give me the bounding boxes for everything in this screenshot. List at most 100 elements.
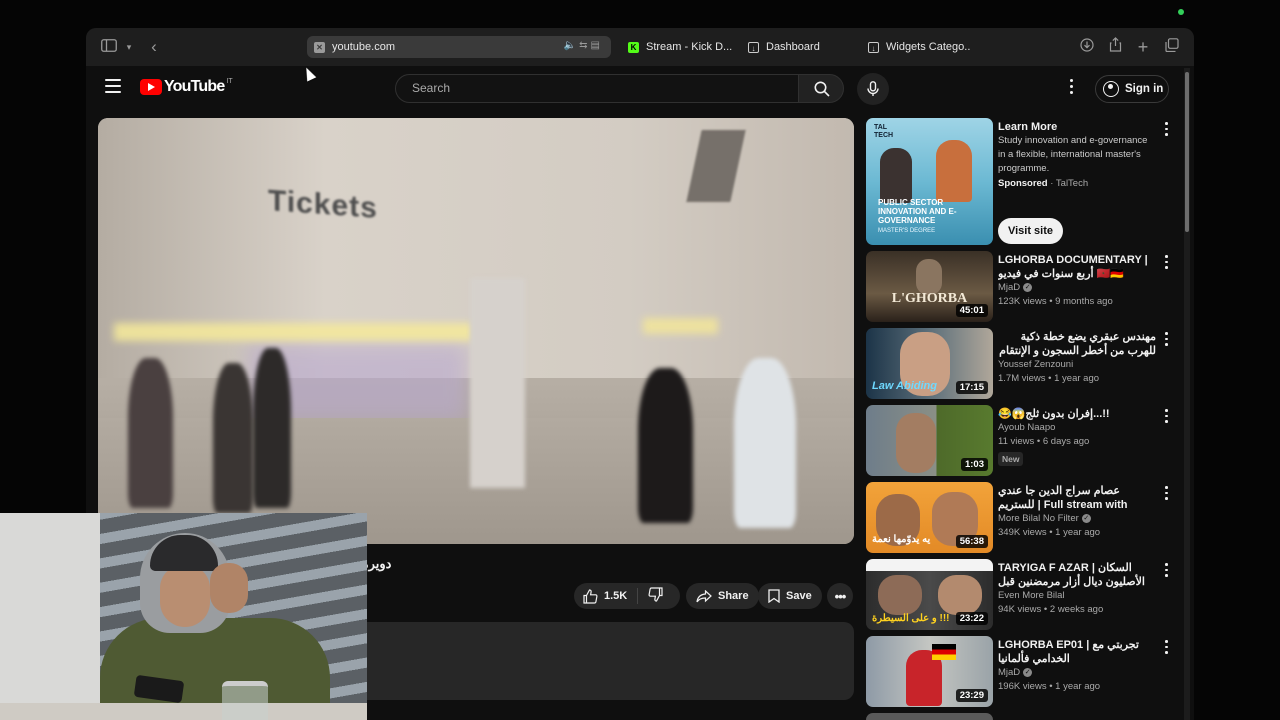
- ad-thumbnail[interactable]: TAL TECH PUBLIC SECTOR INNOVATION AND E-…: [866, 118, 993, 245]
- ad-thumb-title: PUBLIC SECTOR INNOVATION AND E-GOVERNANC…: [878, 198, 957, 225]
- webcam-overlay: [0, 513, 367, 720]
- chevron-down-icon[interactable]: ▾: [124, 37, 134, 57]
- video-stats: 11 views • 6 days ago: [998, 436, 1090, 447]
- more-actions-button[interactable]: •••: [827, 583, 853, 609]
- channel-name[interactable]: Even More Bilal: [998, 589, 1156, 603]
- youtube-logo[interactable]: YouTube IT: [140, 78, 233, 96]
- country-code: IT: [226, 77, 233, 85]
- scrollbar-thumb[interactable]: [1185, 72, 1189, 232]
- more-vertical-icon[interactable]: [1165, 640, 1169, 656]
- tab-overview-icon[interactable]: [1163, 37, 1181, 57]
- tab-dashboard[interactable]: ↓ Dashboard: [741, 36, 851, 58]
- more-vertical-icon[interactable]: [1165, 563, 1169, 579]
- search-input[interactable]: Search: [395, 74, 799, 103]
- related-video-card[interactable]: 1:03 😂😱إفران بدون ثلج...!! Ayoub Naapo 1…: [866, 405, 1176, 479]
- video-title-link[interactable]: TARYIGA F AZAR | السكان الأصليون ديال أز…: [998, 561, 1156, 589]
- video-duration: 56:38: [955, 535, 988, 548]
- video-title-link[interactable]: مهندس عبقري يضع خطة ذكية للهرب من أخطر ا…: [998, 330, 1156, 358]
- more-vertical-icon[interactable]: [1165, 332, 1169, 348]
- verified-check-icon: ✓: [1023, 282, 1033, 292]
- downloads-icon[interactable]: [1078, 37, 1096, 57]
- video-frame-person: [638, 368, 693, 523]
- more-vertical-icon[interactable]: [1165, 122, 1169, 138]
- related-video-card[interactable]: يه يدوّمها نعمة 56:38 عصام سراج الدين جا…: [866, 482, 1176, 556]
- sign-in-button[interactable]: Sign in: [1095, 75, 1169, 103]
- logo-text: YouTube: [164, 78, 225, 95]
- video-stats: 123K views • 9 months ago: [998, 296, 1113, 307]
- video-thumbnail[interactable]: L'GHORBA 45:01: [866, 251, 993, 322]
- related-video-card[interactable]: 23:29 LGHORBA EP01 | تجربتي مع الخدامي ف…: [866, 636, 1176, 710]
- video-thumbnail[interactable]: 1:03: [866, 405, 993, 476]
- tab-youtube[interactable]: ✕ youtube.com 🔈⇆▤: [307, 36, 611, 58]
- more-vertical-icon[interactable]: [1165, 409, 1169, 425]
- download-box-icon: ↓: [868, 41, 879, 53]
- sidebar-toggle-icon[interactable]: [100, 37, 118, 57]
- cam-hand: [210, 563, 248, 613]
- new-tab-icon[interactable]: +: [1135, 37, 1151, 57]
- channel-name[interactable]: MjaD: [998, 667, 1020, 678]
- video-title-link[interactable]: LGHORBA EP01 | تجربتي مع الخدامي فألماني…: [998, 638, 1156, 666]
- video-thumbnail[interactable]: [866, 713, 993, 720]
- share-button[interactable]: Share: [686, 583, 759, 609]
- thumb-face: [878, 575, 922, 615]
- kick-icon: K: [628, 41, 639, 53]
- video-duration: 23:22: [955, 612, 988, 625]
- like-count: 1.5K: [604, 590, 628, 602]
- channel-name[interactable]: Youssef Zenzouni: [998, 358, 1156, 372]
- video-thumbnail[interactable]: يه يدوّمها نعمة 56:38: [866, 482, 993, 553]
- video-title-link[interactable]: LGHORBA DOCUMENTARY | أربع سنوات في فيدي…: [998, 253, 1156, 281]
- advertiser-name: TalTech: [1055, 178, 1089, 189]
- cam-table: [0, 703, 367, 720]
- microphone-icon: [867, 81, 879, 96]
- ad-card[interactable]: TAL TECH PUBLIC SECTOR INNOVATION AND E-…: [866, 118, 1176, 248]
- share-icon[interactable]: [1106, 37, 1124, 57]
- video-frame-person: [128, 358, 173, 508]
- video-frame-person: [253, 348, 291, 508]
- dislike-button[interactable]: [638, 587, 673, 605]
- cam-face: [160, 565, 210, 627]
- related-video-card[interactable]: L'GHORBA 45:01 LGHORBA DOCUMENTARY | أرب…: [866, 251, 1176, 325]
- video-player[interactable]: Tickets: [98, 118, 854, 544]
- save-label: Save: [786, 590, 812, 602]
- related-video-card[interactable]: Law Abiding 17:15 مهندس عبقري يضع خطة ذك…: [866, 328, 1176, 402]
- save-button[interactable]: Save: [758, 583, 822, 609]
- video-stats: 196K views • 1 year ago: [998, 681, 1101, 692]
- video-title-link[interactable]: 😂😱إفران بدون ثلج...!!: [998, 407, 1156, 421]
- channel-name[interactable]: More Bilal No Filter: [998, 513, 1079, 524]
- video-meta: عصام سراج الدين جا عندي للستريم | Full s…: [998, 484, 1156, 540]
- share-pill: Share: [686, 583, 759, 609]
- youtube-play-icon: [140, 79, 162, 95]
- ad-title[interactable]: Learn More: [998, 120, 1156, 134]
- video-frame-pillar: [470, 278, 525, 488]
- menu-icon[interactable]: [105, 79, 121, 93]
- tab-kick[interactable]: K Stream - Kick D...: [621, 36, 733, 58]
- video-thumbnail[interactable]: و على السيطرة !!! 23:22: [866, 559, 993, 630]
- thumb-face: [896, 413, 936, 473]
- more-vertical-icon[interactable]: [1165, 486, 1169, 502]
- tab-widgets[interactable]: ↓ Widgets Catego...: [861, 36, 971, 58]
- audio-translate-reader-icons[interactable]: 🔈⇆▤: [564, 40, 603, 51]
- related-video-card[interactable]: [866, 713, 1176, 720]
- visit-site-button[interactable]: Visit site: [998, 218, 1063, 244]
- back-arrow-icon[interactable]: ‹: [146, 37, 162, 57]
- more-horizontal-icon: •••: [827, 583, 853, 609]
- settings-more-icon[interactable]: [1070, 79, 1074, 97]
- like-dislike-group: 1.5K: [574, 583, 680, 609]
- search-button[interactable]: [798, 74, 844, 103]
- related-video-card[interactable]: و على السيطرة !!! 23:22 TARYIGA F AZAR |…: [866, 559, 1176, 633]
- more-vertical-icon[interactable]: [1165, 255, 1169, 271]
- like-button[interactable]: 1.5K: [574, 588, 639, 604]
- video-thumbnail[interactable]: Law Abiding 17:15: [866, 328, 993, 399]
- thumb-text: Law Abiding: [872, 380, 937, 392]
- ad-body: Study innovation and e-governance in a f…: [998, 135, 1148, 174]
- voice-search-button[interactable]: [857, 73, 889, 105]
- save-pill: Save: [758, 583, 822, 609]
- video-title-link[interactable]: عصام سراج الدين جا عندي للستريم | Full s…: [998, 484, 1156, 512]
- channel-name[interactable]: MjaD: [998, 282, 1020, 293]
- address-text: youtube.com: [332, 41, 395, 53]
- channel-name[interactable]: Ayoub Naapo: [998, 421, 1156, 435]
- video-duration: 23:29: [955, 689, 988, 702]
- ad-thumb-brand: TAL TECH: [874, 124, 894, 139]
- video-thumbnail[interactable]: 23:29: [866, 636, 993, 707]
- tab-label: Widgets Catego...: [886, 41, 971, 53]
